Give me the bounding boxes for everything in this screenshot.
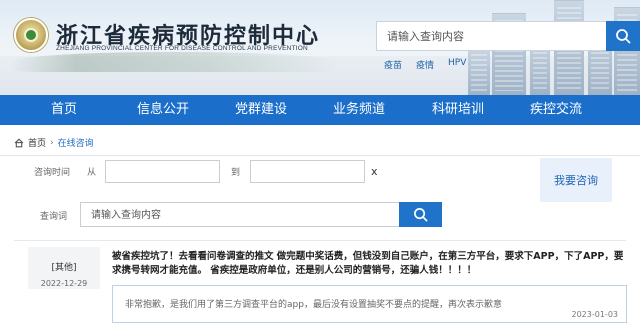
date-to-label: 到: [231, 168, 241, 178]
header-search-box: [376, 21, 606, 51]
date-to-input[interactable]: [250, 160, 365, 183]
search-icon: [414, 208, 428, 222]
answer-date: 2023-01-03: [571, 310, 619, 319]
hot-word-link[interactable]: HPV: [448, 58, 466, 71]
ask-question-button[interactable]: 我要咨询: [540, 158, 612, 202]
question-text[interactable]: 被省疾控坑了！去看看问卷调查的推文 做完题中奖话费，但钱没到自己账户，在第三方平…: [112, 250, 630, 278]
main-nav: 首页 信息公开 党群建设 业务频道 科研培训 疾控交流: [0, 95, 640, 125]
hot-search-words: 疫苗 疫情 HPV: [384, 58, 466, 71]
breadcrumb-home-link[interactable]: 首页: [28, 136, 46, 149]
list-divider: [14, 240, 626, 241]
keyword-label: 查询词: [40, 212, 68, 222]
nav-item-research-training[interactable]: 科研培训: [432, 95, 484, 125]
consult-time-label: 咨询时间: [34, 168, 71, 178]
nav-item-business-channel[interactable]: 业务频道: [333, 95, 385, 125]
ask-question-label: 我要咨询: [554, 174, 598, 187]
date-from-input[interactable]: [105, 160, 220, 183]
nav-item-party-building[interactable]: 党群建设: [235, 95, 287, 125]
keyword-input[interactable]: [81, 204, 399, 227]
date-from-label: 从: [87, 168, 97, 178]
breadcrumb-divider: [0, 155, 640, 156]
nav-item-home[interactable]: 首页: [51, 95, 77, 125]
answer-text: 非常抱歉，是我们用了第三方调查平台的app，最后没有设置抽奖不要点的提醒，再次表…: [125, 300, 502, 310]
question-date: 2022-12-29: [40, 279, 88, 288]
question-category: [其他]: [51, 263, 77, 273]
nav-item-cdc-exchange[interactable]: 疾控交流: [530, 95, 582, 125]
home-icon: [14, 138, 24, 147]
hot-word-link[interactable]: 疫苗: [384, 58, 402, 71]
org-name-en: ZHEJIANG PROVINCIAL CENTER FOR DISEASE C…: [56, 45, 308, 52]
header-search-button[interactable]: [606, 21, 640, 51]
breadcrumb: 首页 › 在线咨询: [14, 136, 94, 149]
breadcrumb-current[interactable]: 在线咨询: [58, 136, 94, 149]
header-banner-shoreline: [10, 52, 340, 72]
keyword-search-button[interactable]: [399, 202, 442, 227]
nav-item-info-disclosure[interactable]: 信息公开: [137, 95, 189, 125]
keyword-field: [80, 202, 400, 227]
breadcrumb-separator: ›: [50, 137, 54, 148]
site-header: 浙江省疾病预防控制中心 ZHEJIANG PROVINCIAL CENTER F…: [0, 0, 640, 95]
answer-box: 非常抱歉，是我们用了第三方调查平台的app，最后没有设置抽奖不要点的提醒，再次表…: [112, 285, 627, 323]
search-icon: [616, 29, 631, 44]
clear-date-button[interactable]: x: [371, 165, 378, 178]
header-search-input[interactable]: [377, 22, 606, 50]
cdc-logo[interactable]: [14, 18, 48, 52]
hot-word-link[interactable]: 疫情: [416, 58, 434, 71]
